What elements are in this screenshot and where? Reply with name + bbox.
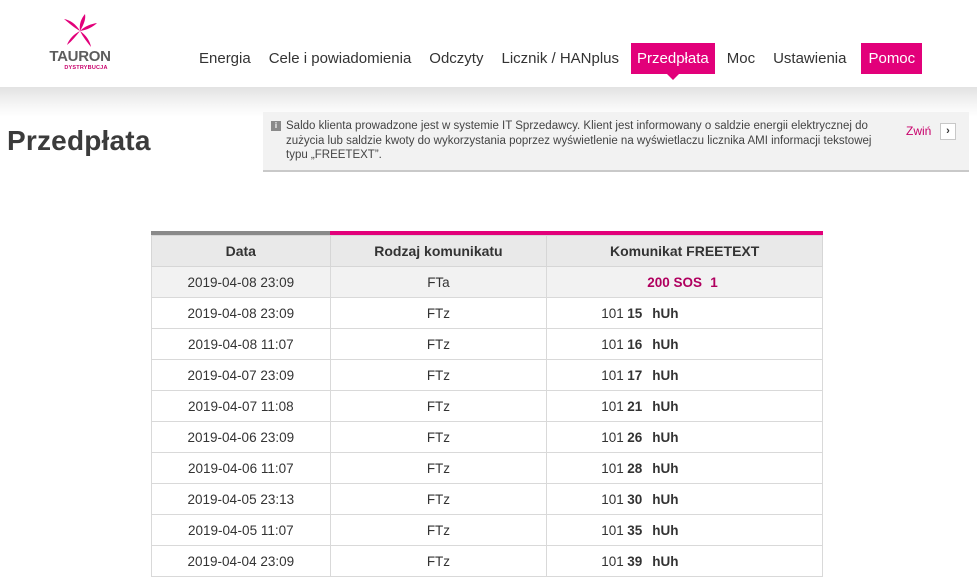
cell-type: FTz <box>329 483 548 515</box>
main-nav: Energia Cele i powiadomienia Odczyty Lic… <box>190 43 923 80</box>
help-button[interactable]: Pomoc <box>861 43 923 74</box>
table-row: 2019-04-06 23:09 FTz 101 26 hUh <box>151 421 823 453</box>
table-row: 2019-04-04 23:09 FTz 101 39 hUh <box>151 545 823 577</box>
table-header-row: Data Rodzaj komunikatu Komunikat FREETEX… <box>151 235 823 267</box>
cell-date: 2019-04-08 23:09 <box>151 297 331 329</box>
cell-message: 101 17 hUh <box>546 359 823 391</box>
nav-item-ustawienia[interactable]: Ustawienia <box>764 43 855 74</box>
table-row: 2019-04-08 23:09 FTz 101 15 hUh <box>151 297 823 329</box>
column-header-freetext[interactable]: Komunikat FREETEXT <box>546 235 823 267</box>
cell-message: 101 35 hUh <box>546 514 823 546</box>
cell-date: 2019-04-05 23:13 <box>151 483 331 515</box>
cell-date: 2019-04-08 23:09 <box>151 266 331 298</box>
message-code: 101 <box>601 336 624 352</box>
cell-date: 2019-04-06 23:09 <box>151 421 331 453</box>
table-row: 2019-04-08 11:07 FTz 101 16 hUh <box>151 328 823 360</box>
freetext-table-grid: Data Rodzaj komunikatu Komunikat FREETEX… <box>151 235 823 577</box>
message-value: 35 <box>627 522 643 538</box>
cell-type: FTa <box>329 266 548 298</box>
info-panel: i Saldo klienta prowadzone jest w system… <box>263 112 969 172</box>
message-unit: hUh <box>652 460 679 476</box>
cell-type: FTz <box>329 545 548 577</box>
page-title: Przedpłata <box>7 125 151 156</box>
table-row: 2019-04-06 11:07 FTz 101 28 hUh <box>151 452 823 484</box>
nav-item-energia[interactable]: Energia <box>190 43 260 74</box>
message-code: 101 <box>601 553 624 569</box>
cell-type: FTz <box>329 297 548 329</box>
cell-type: FTz <box>329 390 548 422</box>
info-icon: i <box>271 121 281 131</box>
message-unit: hUh <box>652 553 679 569</box>
message-value: 16 <box>627 336 643 352</box>
message-unit: hUh <box>652 305 679 321</box>
message-value: 39 <box>627 553 643 569</box>
message-code: 101 <box>601 305 624 321</box>
cell-date: 2019-04-08 11:07 <box>151 328 331 360</box>
cell-type: FTz <box>329 328 548 360</box>
cell-date: 2019-04-07 23:09 <box>151 359 331 391</box>
message-code: 101 <box>601 522 624 538</box>
cell-message: 101 26 hUh <box>546 421 823 453</box>
collapse-link[interactable]: Zwiń <box>906 124 931 138</box>
table-row: 2019-04-05 11:07 FTz 101 35 hUh <box>151 514 823 546</box>
message-value: 28 <box>627 460 643 476</box>
message-code: 101 <box>601 491 624 507</box>
message-unit: hUh <box>652 429 679 445</box>
cell-message: 101 28 hUh <box>546 452 823 484</box>
column-header-data[interactable]: Data <box>151 235 331 267</box>
freetext-table: Data Rodzaj komunikatu Komunikat FREETEX… <box>151 231 823 577</box>
message-value: 17 <box>627 367 643 383</box>
nav-item-przedplata[interactable]: Przedpłata <box>631 43 715 80</box>
tauron-logo[interactable]: TAURON DYSTRYBUCJA <box>44 14 116 74</box>
table-row: 2019-04-05 23:13 FTz 101 30 hUh <box>151 483 823 515</box>
header: TAURON DYSTRYBUCJA Energia Cele i powiad… <box>0 0 977 87</box>
message-value: 21 <box>627 398 643 414</box>
cell-date: 2019-04-04 23:09 <box>151 545 331 577</box>
cell-date: 2019-04-07 11:08 <box>151 390 331 422</box>
logo-subtext: DYSTRYBUCJA <box>64 65 108 71</box>
table-row: 2019-04-07 11:08 FTz 101 21 hUh <box>151 390 823 422</box>
cell-type: FTz <box>329 421 548 453</box>
cell-type: FTz <box>329 359 548 391</box>
message-code: 200 SOS <box>647 274 703 290</box>
table-accent-bar <box>151 231 823 235</box>
message-unit: hUh <box>652 491 679 507</box>
message-value: 1 <box>710 274 718 290</box>
tauron-logo-icon <box>64 14 97 47</box>
cell-type: FTz <box>329 452 548 484</box>
cell-message: 101 16 hUh <box>546 328 823 360</box>
cell-message: 101 15 hUh <box>546 297 823 329</box>
nav-item-moc[interactable]: Moc <box>718 43 764 74</box>
message-code: 101 <box>601 367 624 383</box>
logo-text: TAURON <box>49 48 111 65</box>
cell-date: 2019-04-06 11:07 <box>151 452 331 484</box>
chevron-right-icon[interactable]: › <box>940 123 956 140</box>
message-code: 101 <box>601 429 624 445</box>
message-code: 101 <box>601 398 624 414</box>
table-row: 2019-04-07 23:09 FTz 101 17 hUh <box>151 359 823 391</box>
cell-message: 101 30 hUh <box>546 483 823 515</box>
cell-message: 101 39 hUh <box>546 545 823 577</box>
message-value: 15 <box>627 305 643 321</box>
nav-item-odczyty[interactable]: Odczyty <box>420 43 492 74</box>
info-text: Saldo klienta prowadzone jest w systemie… <box>286 120 872 161</box>
message-unit: hUh <box>652 398 679 414</box>
nav-item-licznik-hanplus[interactable]: Licznik / HANplus <box>492 43 628 74</box>
cell-message: 101 21 hUh <box>546 390 823 422</box>
message-code: 101 <box>601 460 624 476</box>
message-unit: hUh <box>652 367 679 383</box>
column-header-rodzaj[interactable]: Rodzaj komunikatu <box>329 235 548 267</box>
table-row: 2019-04-08 23:09 FTa 200 SOS 1 <box>151 266 823 298</box>
nav-item-cele-i-powiadomienia[interactable]: Cele i powiadomienia <box>260 43 421 74</box>
message-value: 26 <box>627 429 643 445</box>
cell-date: 2019-04-05 11:07 <box>151 514 331 546</box>
message-unit: hUh <box>652 522 679 538</box>
cell-type: FTz <box>329 514 548 546</box>
message-value: 30 <box>627 491 643 507</box>
cell-message: 200 SOS 1 <box>546 266 823 298</box>
message-unit: hUh <box>652 336 679 352</box>
